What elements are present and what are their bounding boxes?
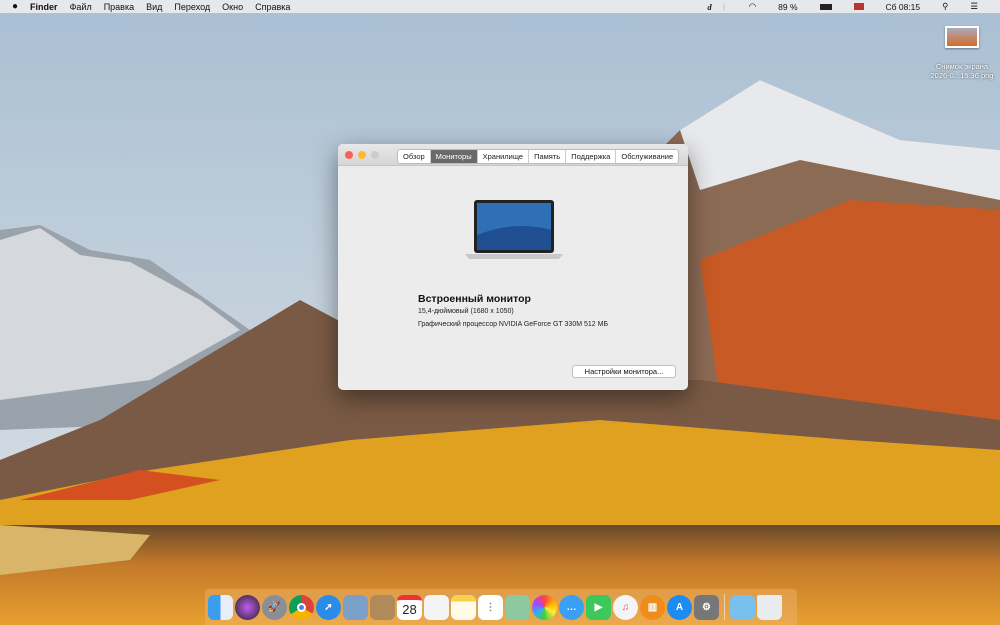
dock-reminders-icon[interactable]: ⋮ <box>478 594 503 620</box>
zoom-button[interactable] <box>371 151 379 159</box>
dock-facetime-icon[interactable]: ▶ <box>586 594 611 620</box>
dock-ibooks-icon[interactable]: ▥ <box>640 594 665 620</box>
dock-safari-icon[interactable]: ➚ <box>316 594 341 620</box>
display-preferences-button[interactable]: Настройки монитора... <box>572 365 676 378</box>
graphics-info: Графический процессор NVIDIA GeForce GT … <box>418 321 609 328</box>
clock[interactable]: Сб 08:15 <box>886 2 921 12</box>
input-source-flag-icon[interactable] <box>853 3 864 10</box>
dock-system-preferences-icon[interactable]: ⚙ <box>694 594 719 620</box>
apple-menu-icon[interactable]: ● <box>12 1 18 12</box>
notification-center-icon[interactable]: ☰ <box>970 1 978 12</box>
tab-overview[interactable]: Обзор <box>398 150 431 163</box>
battery-percent[interactable]: 89 % <box>778 2 797 12</box>
dictionary-icon[interactable]: d <box>707 2 711 12</box>
dock-downloads-icon[interactable] <box>730 594 755 620</box>
dock-launchpad-icon[interactable]: 🚀 <box>262 594 287 620</box>
menu-window[interactable]: Окно <box>222 2 243 12</box>
menu-bar: ● Finder Файл Правка Вид Переход Окно Сп… <box>0 0 1000 13</box>
desktop-file-screenshot[interactable]: Снимок экрана 2026-0...15.36.png <box>926 26 998 80</box>
dock-messages-icon[interactable]: … <box>559 594 584 620</box>
dock-calendar-icon[interactable]: 28 <box>397 594 422 620</box>
menu-finder[interactable]: Finder <box>30 2 58 12</box>
bluetooth-icon[interactable]: ᛒ <box>722 2 727 12</box>
dock-itunes-icon[interactable]: ♫ <box>613 594 638 620</box>
tab-storage[interactable]: Хранилище <box>478 150 530 163</box>
dock-app-store-icon[interactable]: A <box>667 594 692 620</box>
menu-view[interactable]: Вид <box>146 2 162 12</box>
tab-service[interactable]: Обслуживание <box>616 150 678 163</box>
laptop-display-icon <box>465 200 563 259</box>
display-name: Встроенный монитор <box>418 293 531 305</box>
menu-help[interactable]: Справка <box>255 2 290 12</box>
file-name-line1: Снимок экрана <box>935 62 989 71</box>
dock: 🚀 ➚ 28 ⋮ … ▶ ♫ ▥ A ⚙ <box>205 589 797 625</box>
close-button[interactable] <box>345 151 353 159</box>
dock-trash-icon[interactable] <box>757 594 782 620</box>
spotlight-search-icon[interactable]: ⚲ <box>942 1 948 12</box>
menu-file[interactable]: Файл <box>70 2 92 12</box>
battery-icon[interactable] <box>819 3 832 10</box>
dock-textedit-icon[interactable] <box>424 594 449 620</box>
title-bar[interactable]: Обзор Мониторы Хранилище Память Поддержк… <box>338 144 688 166</box>
dock-photos-icon[interactable] <box>532 594 557 620</box>
tab-displays[interactable]: Мониторы <box>430 150 478 163</box>
dock-separator <box>724 594 725 620</box>
tab-memory[interactable]: Память <box>529 150 567 163</box>
tab-support[interactable]: Поддержка <box>566 150 617 163</box>
display-size: 15,4-дюймовый (1680 x 1050) <box>418 308 514 315</box>
dock-finder-icon[interactable] <box>208 594 233 620</box>
wifi-icon[interactable]: ◠ <box>749 1 756 12</box>
dock-notes-icon[interactable] <box>451 594 476 620</box>
dock-siri-icon[interactable] <box>235 594 260 620</box>
minimize-button[interactable] <box>358 151 366 159</box>
dock-chrome-icon[interactable] <box>289 594 314 620</box>
tab-bar: Обзор Мониторы Хранилище Память Поддержк… <box>397 149 680 164</box>
about-this-mac-window: Обзор Мониторы Хранилище Память Поддержк… <box>338 144 688 390</box>
file-thumbnail <box>945 26 979 48</box>
file-name-line2: 2026-0...15.36.png <box>930 71 994 80</box>
dock-contacts-icon[interactable] <box>370 594 395 620</box>
menu-go[interactable]: Переход <box>174 2 210 12</box>
dock-preview-icon[interactable] <box>343 594 368 620</box>
dock-maps-icon[interactable] <box>505 594 530 620</box>
menu-edit[interactable]: Правка <box>104 2 134 12</box>
